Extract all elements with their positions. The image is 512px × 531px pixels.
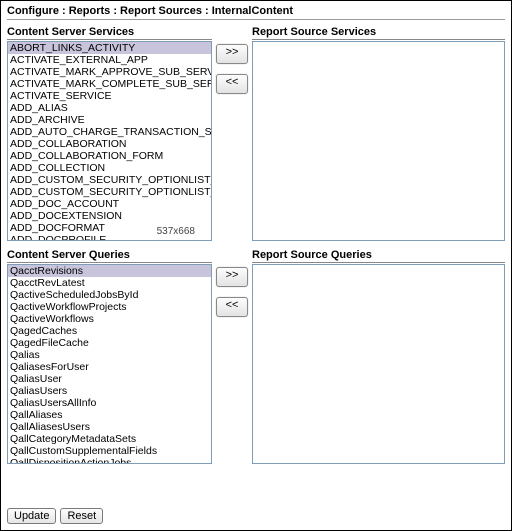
list-item[interactable]: QagedFileCache — [8, 337, 211, 349]
list-item[interactable]: ACTIVATE_MARK_APPROVE_SUB_SERVICE — [8, 66, 211, 78]
size-badge: 537x668 — [157, 226, 195, 238]
list-item[interactable]: Qalias — [8, 349, 211, 361]
list-item[interactable]: ADD_ALIAS — [8, 102, 211, 114]
list-item[interactable]: ADD_COLLECTION — [8, 162, 211, 174]
page-root: Configure : Reports : Report Sources : I… — [0, 0, 512, 531]
queries-add-button[interactable]: >> — [216, 267, 248, 287]
reset-button[interactable]: Reset — [60, 508, 103, 524]
list-item[interactable]: QaliasUsers — [8, 385, 211, 397]
list-item[interactable]: QallAliasesUsers — [8, 421, 211, 433]
list-item[interactable]: ADD_DOCEXTENSION — [8, 210, 211, 222]
queries-right-col: Report Source Queries — [252, 249, 505, 464]
list-item[interactable]: ADD_COLLABORATION — [8, 138, 211, 150]
list-item[interactable]: ADD_COLLABORATION_FORM — [8, 150, 211, 162]
list-item[interactable]: QactiveWorkflowProjects — [8, 301, 211, 313]
services-left-title: Content Server Services — [7, 26, 212, 40]
list-item[interactable]: QallAliases — [8, 409, 211, 421]
services-right-title: Report Source Services — [252, 26, 505, 40]
queries-right-title: Report Source Queries — [252, 249, 505, 263]
queries-left-col: Content Server Queries QacctRevisionsQac… — [7, 249, 212, 464]
list-item[interactable]: QactiveScheduledJobsById — [8, 289, 211, 301]
list-item[interactable]: QactiveWorkflows — [8, 313, 211, 325]
queries-left-title: Content Server Queries — [7, 249, 212, 263]
list-item[interactable]: ADD_ARCHIVE — [8, 114, 211, 126]
list-item[interactable]: ADD_CUSTOM_SECURITY_OPTIONLIST_FIELD_FO — [8, 186, 211, 198]
report-source-services-list[interactable] — [252, 41, 505, 241]
list-item[interactable]: ADD_DOC_ACCOUNT — [8, 198, 211, 210]
content-server-queries-list[interactable]: QacctRevisionsQacctRevLatestQactiveSched… — [7, 264, 212, 464]
list-item[interactable]: QagedCaches — [8, 325, 211, 337]
services-row: Content Server Services ABORT_LINKS_ACTI… — [7, 26, 505, 241]
breadcrumb: Configure : Reports : Report Sources : I… — [7, 3, 505, 20]
list-item[interactable]: QaliasesForUser — [8, 361, 211, 373]
update-button[interactable]: Update — [7, 508, 56, 524]
list-item[interactable]: ADD_CUSTOM_SECURITY_OPTIONLIST_FIELD — [8, 174, 211, 186]
list-item[interactable]: QacctRevLatest — [8, 277, 211, 289]
services-btn-col: >> << — [212, 26, 252, 94]
queries-row: Content Server Queries QacctRevisionsQac… — [7, 249, 505, 464]
services-remove-button[interactable]: << — [216, 74, 248, 94]
list-item[interactable]: QaliasUsersAllInfo — [8, 397, 211, 409]
list-item[interactable]: ACTIVATE_MARK_COMPLETE_SUB_SERVICE — [8, 78, 211, 90]
services-left-col: Content Server Services ABORT_LINKS_ACTI… — [7, 26, 212, 241]
footer-buttons: Update Reset — [7, 508, 103, 524]
list-item[interactable]: QaliasUser — [8, 373, 211, 385]
queries-remove-button[interactable]: << — [216, 297, 248, 317]
list-item[interactable]: QallDispositionActionJobs — [8, 457, 211, 464]
list-item[interactable]: ADD_AUTO_CHARGE_TRANSACTION_SUB — [8, 126, 211, 138]
services-add-button[interactable]: >> — [216, 44, 248, 64]
queries-btn-col: >> << — [212, 249, 252, 317]
content-server-services-list[interactable]: ABORT_LINKS_ACTIVITYACTIVATE_EXTERNAL_AP… — [7, 41, 212, 241]
list-item[interactable]: ACTIVATE_SERVICE — [8, 90, 211, 102]
list-item[interactable]: QallCategoryMetadataSets — [8, 433, 211, 445]
list-item[interactable]: QallCustomSupplementalFields — [8, 445, 211, 457]
list-item[interactable]: ABORT_LINKS_ACTIVITY — [8, 42, 211, 54]
list-item[interactable]: ACTIVATE_EXTERNAL_APP — [8, 54, 211, 66]
list-item[interactable]: QacctRevisions — [8, 265, 211, 277]
services-right-col: Report Source Services — [252, 26, 505, 241]
report-source-queries-list[interactable] — [252, 264, 505, 464]
